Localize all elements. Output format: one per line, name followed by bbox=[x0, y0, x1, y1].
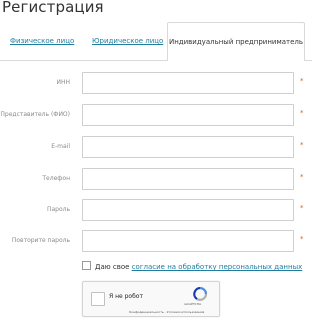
phone-input[interactable] bbox=[82, 168, 294, 190]
tab-divider bbox=[304, 60, 312, 61]
password-input[interactable] bbox=[82, 199, 294, 221]
password-repeat-input[interactable] bbox=[82, 230, 294, 252]
email-label: E-mail bbox=[51, 143, 70, 150]
recaptcha-terms[interactable]: Конфиденциальность - Условия использован… bbox=[129, 310, 204, 314]
recaptcha-widget: Я не робот reCAPTCHA Конфиденциальность … bbox=[82, 281, 220, 317]
password-label: Пароль bbox=[46, 206, 70, 213]
consent-link[interactable]: согласие на обработку персональных данны… bbox=[132, 263, 303, 271]
consent-row: Даю свое согласие на обработку персональ… bbox=[82, 261, 302, 273]
recaptcha-label: Я не робот bbox=[109, 293, 143, 300]
required-mark: * bbox=[300, 141, 304, 149]
required-mark: * bbox=[300, 109, 304, 117]
recaptcha-logo-icon bbox=[193, 287, 208, 301]
form-row-password: Пароль * bbox=[0, 199, 312, 221]
password-repeat-label: Повторите пароль bbox=[11, 237, 70, 244]
inn-input[interactable] bbox=[82, 72, 294, 94]
form-row-phone: Телефон * bbox=[0, 168, 312, 190]
tab-sole-proprietor[interactable]: Индивидуальный предприниматель bbox=[167, 22, 305, 61]
required-mark: * bbox=[300, 235, 304, 243]
page-title: Регистрация bbox=[2, 0, 104, 16]
form-row-password-repeat: Повторите пароль * bbox=[0, 230, 312, 252]
representative-label: Представитель (ФИО) bbox=[0, 111, 70, 118]
consent-text: Даю свое bbox=[95, 263, 130, 271]
recaptcha-checkbox[interactable] bbox=[91, 292, 105, 306]
tab-individual[interactable]: Физическое лицо bbox=[10, 22, 74, 60]
required-mark: * bbox=[300, 173, 304, 181]
tab-divider bbox=[0, 60, 167, 61]
required-mark: * bbox=[300, 204, 304, 212]
tab-legal-entity[interactable]: Юридическое лицо bbox=[92, 22, 163, 60]
form-row-inn: ИНН * bbox=[0, 72, 312, 94]
email-input[interactable] bbox=[82, 136, 294, 158]
form-row-representative: Представитель (ФИО) * bbox=[0, 104, 312, 126]
representative-input[interactable] bbox=[82, 104, 294, 126]
form-row-email: E-mail * bbox=[0, 136, 312, 158]
phone-label: Телефон bbox=[42, 175, 70, 182]
required-mark: * bbox=[300, 77, 304, 85]
inn-label: ИНН bbox=[56, 79, 70, 86]
recaptcha-brand: reCAPTCHA bbox=[184, 302, 202, 306]
consent-checkbox[interactable] bbox=[82, 261, 91, 270]
